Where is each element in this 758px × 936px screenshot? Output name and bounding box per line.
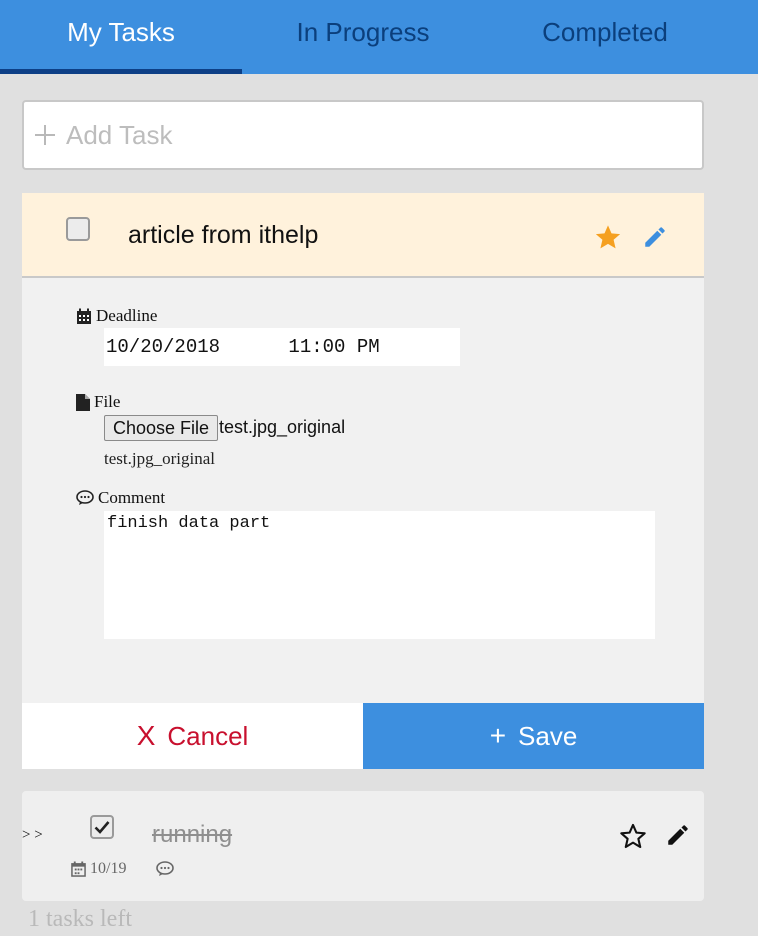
tab-in-progress[interactable]: In Progress xyxy=(242,0,484,74)
task-actions: X Cancel + Save xyxy=(22,703,704,769)
cancel-button[interactable]: X Cancel xyxy=(22,703,363,769)
file-chosen-name: test.jpg_original xyxy=(219,417,346,437)
plus-icon: + xyxy=(489,720,507,751)
tasks-left-counter: 1 tasks left xyxy=(28,906,132,932)
checkmark-icon xyxy=(94,821,110,834)
pencil-icon[interactable] xyxy=(642,224,668,250)
comment-icon xyxy=(76,490,94,505)
file-name-text: test.jpg_original xyxy=(104,449,215,468)
tab-my-tasks[interactable]: My Tasks xyxy=(0,0,242,74)
add-task-input[interactable] xyxy=(66,119,666,151)
task-checkbox[interactable] xyxy=(66,217,90,241)
pencil-icon[interactable] xyxy=(665,822,691,848)
choose-file-button[interactable]: Choose File xyxy=(104,415,219,441)
tab-completed[interactable]: Completed xyxy=(484,0,726,74)
task-card-completed: > > running 10/19 xyxy=(22,791,704,901)
star-outline-icon[interactable] xyxy=(619,822,647,850)
tab-label: My Tasks xyxy=(67,17,175,47)
deadline-label-text: Deadline xyxy=(96,306,158,325)
tab-label: Completed xyxy=(542,17,668,47)
task-date: 10/19 xyxy=(90,860,127,877)
task-header: article from ithelp xyxy=(22,193,704,278)
save-label: Save xyxy=(518,720,578,751)
deadline-label: Deadline xyxy=(76,306,157,326)
calendar-icon xyxy=(71,861,86,877)
comment-icon xyxy=(156,861,174,876)
task-details: Deadline 10/20/2018 11:00 PM File Choose… xyxy=(22,278,704,703)
add-task-field[interactable] xyxy=(22,100,704,170)
comment-textarea[interactable]: finish data part xyxy=(104,511,655,639)
task-checkbox-checked[interactable] xyxy=(90,815,114,839)
tab-label: In Progress xyxy=(296,17,430,47)
task-title: article from ithelp xyxy=(128,221,319,249)
tab-bar: My Tasks In Progress Completed xyxy=(0,0,758,74)
star-filled-icon[interactable] xyxy=(594,223,622,251)
task-deadline-meta: 10/19 xyxy=(71,860,126,878)
plus-icon xyxy=(34,119,58,151)
cancel-label: Cancel xyxy=(167,720,249,751)
comment-label-text: Comment xyxy=(98,488,166,507)
comment-label: Comment xyxy=(76,488,165,508)
task-title: running xyxy=(152,821,233,848)
task-card-editing: article from ithelp Deadline 10/20/2018 … xyxy=(22,193,704,769)
file-label: File xyxy=(76,392,120,412)
save-button[interactable]: + Save xyxy=(363,703,704,769)
file-label-text: File xyxy=(94,392,121,411)
close-icon: X xyxy=(136,720,156,751)
calendar-icon xyxy=(77,308,91,324)
deadline-input[interactable]: 10/20/2018 11:00 PM xyxy=(104,328,460,366)
drag-handle[interactable]: > > xyxy=(22,827,43,844)
file-icon xyxy=(76,393,90,411)
